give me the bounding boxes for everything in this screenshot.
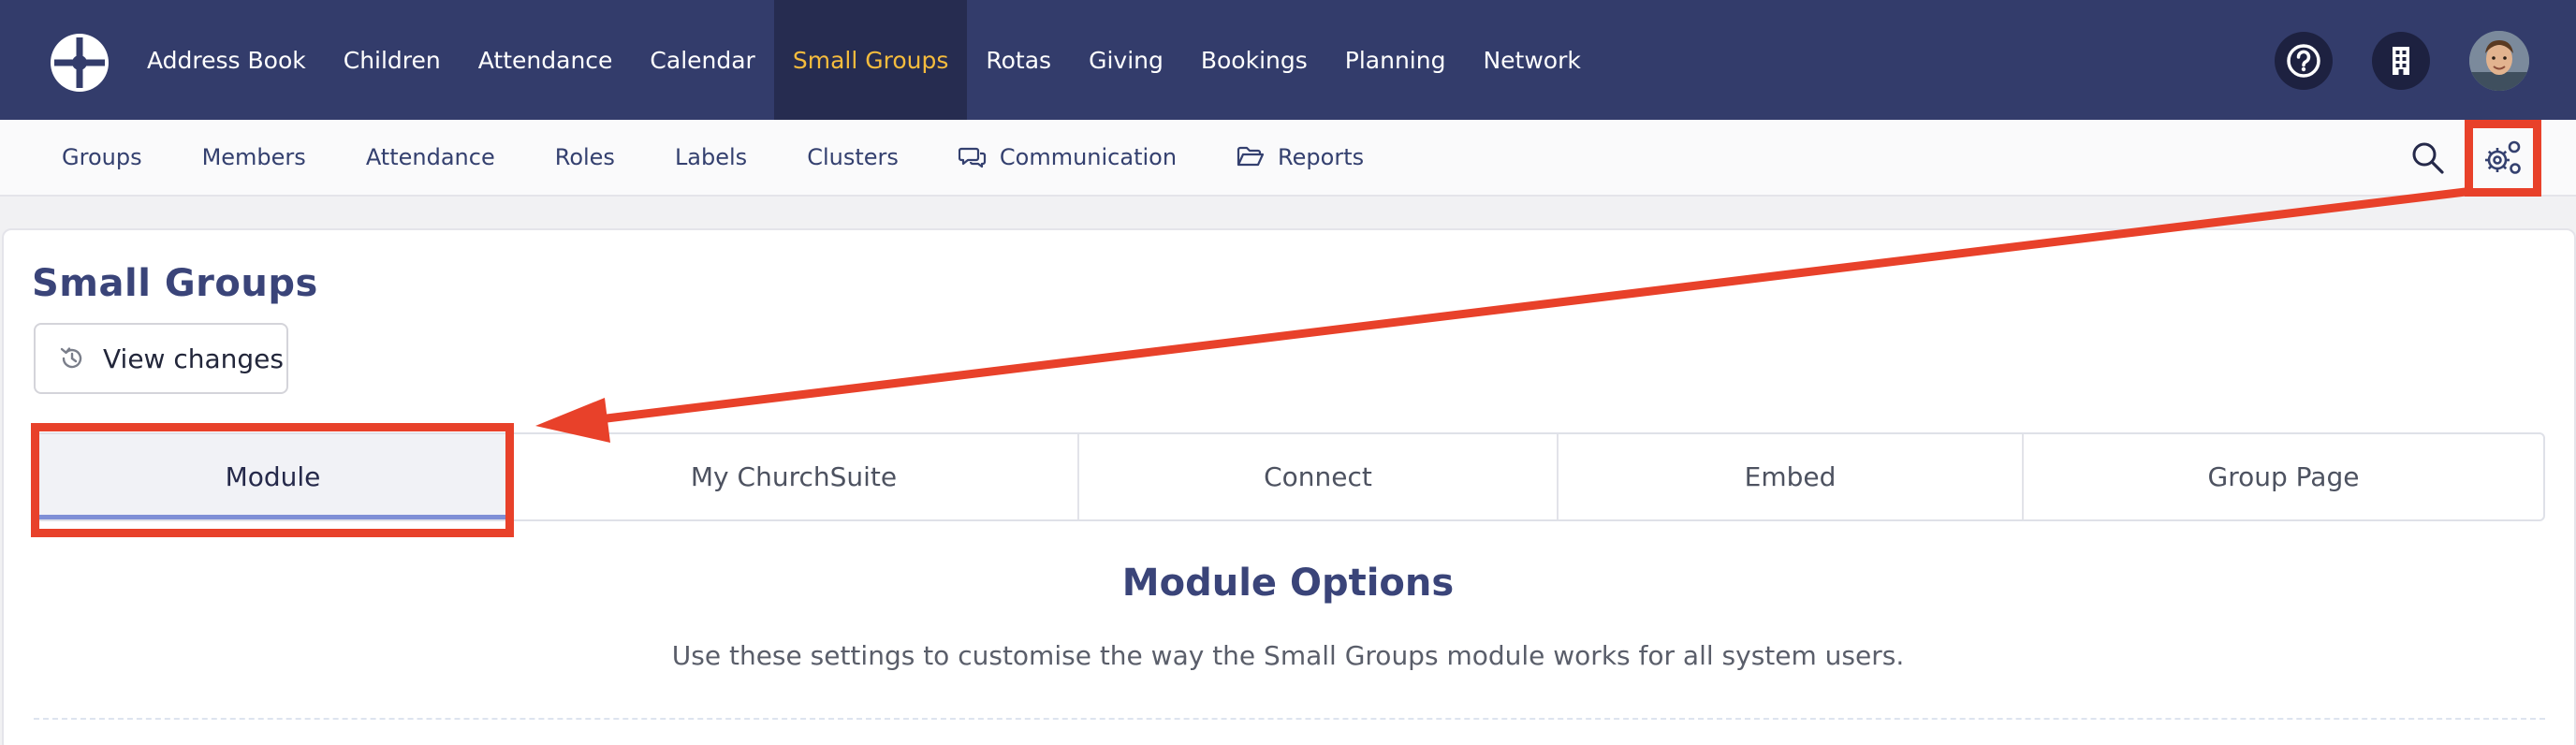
folder-open-icon	[1237, 146, 1265, 167]
main-nav-list: Address Book Children Attendance Calenda…	[128, 0, 1600, 120]
search-button[interactable]	[2409, 139, 2447, 177]
nav-item-label: Address Book	[147, 46, 306, 74]
subnav-list: Groups Members Attendance Roles Labels C…	[32, 120, 1394, 195]
annotation-highlight-settings	[2465, 120, 2541, 197]
chat-icon	[958, 147, 986, 168]
subnav-item-label: Attendance	[365, 144, 495, 170]
subnav-item-labels[interactable]: Labels	[645, 120, 777, 195]
section-divider	[34, 718, 2545, 720]
help-button[interactable]	[2275, 32, 2333, 90]
subnav-item-reports[interactable]: Reports	[1207, 120, 1394, 195]
churchsuite-logo-icon[interactable]	[49, 32, 110, 94]
subnav-item-label: Members	[201, 144, 306, 170]
nav-item-label: Calendar	[650, 46, 755, 74]
nav-item-planning[interactable]: Planning	[1326, 0, 1465, 120]
subnav-item-roles[interactable]: Roles	[525, 120, 645, 195]
top-navigation: Address Book Children Attendance Calenda…	[0, 0, 2576, 120]
view-changes-button[interactable]: View changes	[34, 323, 288, 394]
history-icon	[60, 347, 82, 369]
subnav-item-label: Groups	[62, 144, 142, 170]
tab-embed[interactable]: Embed	[1559, 434, 2024, 519]
subnav-item-label: Reports	[1278, 144, 1365, 170]
user-avatar[interactable]	[2469, 31, 2529, 91]
nav-item-label: Rotas	[986, 46, 1052, 74]
nav-item-giving[interactable]: Giving	[1070, 0, 1182, 120]
subnav-item-members[interactable]: Members	[172, 120, 336, 195]
nav-item-bookings[interactable]: Bookings	[1182, 0, 1326, 120]
tab-label: Connect	[1264, 461, 1372, 492]
module-subnav: Groups Members Attendance Roles Labels C…	[0, 120, 2576, 197]
module-options-description: Use these settings to customise the way …	[671, 640, 1905, 671]
nav-item-children[interactable]: Children	[325, 0, 460, 120]
avatar-photo-icon	[2469, 31, 2529, 91]
subnav-item-groups[interactable]: Groups	[32, 120, 172, 195]
subnav-item-label: Clusters	[807, 144, 899, 170]
subnav-item-label: Labels	[674, 144, 748, 170]
tab-label: Group Page	[2207, 461, 2360, 492]
nav-item-attendance[interactable]: Attendance	[460, 0, 632, 120]
tab-my-churchsuite[interactable]: My ChurchSuite	[510, 434, 1079, 519]
nav-item-label: Children	[343, 46, 441, 74]
tab-connect[interactable]: Connect	[1079, 434, 1559, 519]
building-icon	[2393, 47, 2409, 75]
annotation-highlight-module-tab	[31, 423, 514, 537]
tab-label: My ChurchSuite	[690, 461, 898, 492]
tab-group-page[interactable]: Group Page	[2024, 434, 2543, 519]
nav-item-calendar[interactable]: Calendar	[631, 0, 773, 120]
module-options-title: Module Options	[1121, 562, 1455, 605]
subnav-item-communication[interactable]: Communication	[929, 120, 1207, 195]
view-changes-label: View changes	[103, 343, 284, 374]
nav-item-label: Network	[1483, 46, 1581, 74]
nav-item-small-groups[interactable]: Small Groups	[773, 0, 968, 120]
help-icon	[2287, 44, 2320, 78]
nav-item-label: Attendance	[477, 46, 613, 74]
nav-item-label: Small Groups	[792, 46, 949, 74]
nav-item-network[interactable]: Network	[1464, 0, 1599, 120]
search-icon	[2412, 142, 2444, 174]
nav-item-rotas[interactable]: Rotas	[967, 0, 1070, 120]
organisation-button[interactable]	[2372, 32, 2430, 90]
nav-item-label: Planning	[1344, 46, 1446, 74]
nav-item-label: Bookings	[1200, 46, 1308, 74]
nav-item-label: Giving	[1089, 46, 1164, 74]
subnav-item-attendance[interactable]: Attendance	[336, 120, 525, 195]
subnav-item-label: Communication	[999, 144, 1178, 170]
page-title: Small Groups	[32, 262, 318, 305]
nav-item-address-book[interactable]: Address Book	[128, 0, 325, 120]
subnav-item-label: Roles	[554, 144, 615, 170]
tab-label: Embed	[1744, 461, 1837, 492]
subnav-item-clusters[interactable]: Clusters	[777, 120, 929, 195]
